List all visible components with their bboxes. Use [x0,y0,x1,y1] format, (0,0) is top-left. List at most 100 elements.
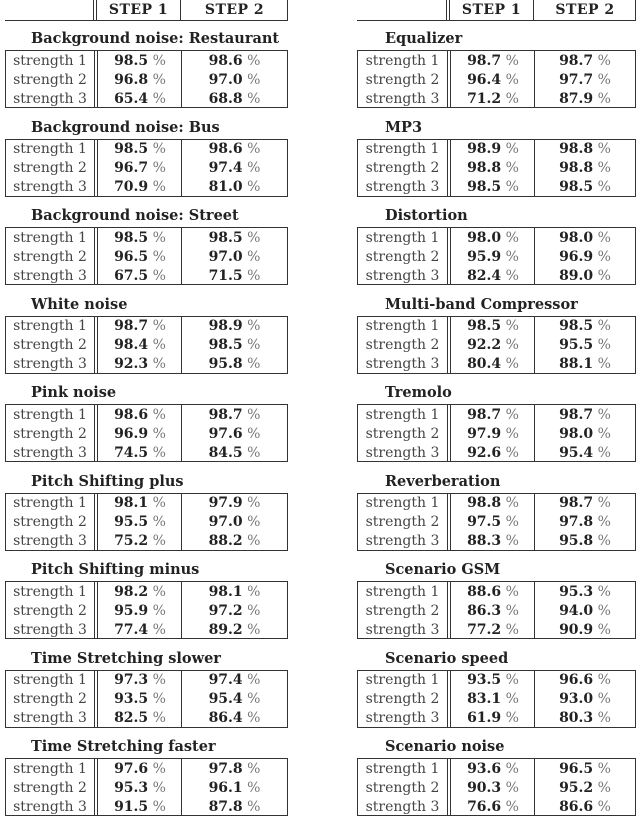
percent-sign: % [152,141,166,157]
percent-sign: % [597,337,611,353]
percent-sign: % [597,583,611,600]
step1-value: 96.8 % [99,71,181,90]
percent-sign: % [597,229,611,246]
accuracy-number: 95.2 [559,779,594,796]
strength-label: strength 3 [365,90,440,107]
step1-value: 91.5 % [99,798,181,817]
accuracy-number: 97.8 [208,760,243,777]
percent-sign: % [247,779,261,796]
step1-value: 70.9 % [99,178,181,197]
table-row: strength 3 98.5 % 98.5 % [358,178,635,197]
percent-sign: % [597,533,611,549]
table-row: strength 3 71.2 % 87.9 % [358,90,635,109]
result-section: Equalizer strength 1 98.7 % 98.7 % strength … [357,20,636,108]
accuracy-number: 98.9 [467,141,502,157]
strength-label: strength 1 [365,760,440,777]
step1-value: 77.2 % [452,621,534,640]
step1-value: 92.2 % [452,336,534,355]
accuracy-number: 98.5 [114,52,149,69]
accuracy-number: 71.2 [467,90,502,107]
percent-sign: % [152,760,166,777]
strength-label: strength 3 [13,356,87,372]
percent-sign: % [505,90,519,107]
accuracy-number: 94.0 [559,602,594,619]
strength-label: strength 3 [365,621,440,638]
percent-sign: % [597,356,611,372]
result-section: Time Stretching slower strength 1 97.3 % 97… [5,640,288,728]
step2-value: 98.8 % [536,140,634,159]
percent-sign: % [505,495,519,511]
percent-sign: % [597,406,611,423]
table-row: strength 1 98.5 % 98.5 % [358,317,635,336]
strength-label: strength 3 [13,533,87,549]
percent-sign: % [152,621,166,638]
strength-label: strength 2 [365,337,440,353]
accuracy-number: 92.6 [467,444,502,461]
accuracy-number: 95.9 [114,602,149,619]
percent-sign: % [597,760,611,777]
percent-sign: % [247,760,261,777]
accuracy-number: 98.0 [559,425,594,442]
result-section: Scenario GSM strength 1 88.6 % 95.3 % streng… [357,551,636,639]
table-row: strength 3 77.2 % 90.9 % [358,621,635,640]
accuracy-number: 98.5 [467,318,502,334]
percent-sign: % [247,179,261,195]
section-table: strength 1 98.2 % 98.1 % strength 2 95.9 % 97… [5,581,288,639]
step1-value: 82.4 % [452,267,534,286]
accuracy-number: 68.8 [208,90,243,107]
percent-sign: % [505,160,519,176]
step2-value: 97.6 % [183,425,286,444]
step1-value: 76.6 % [452,798,534,817]
accuracy-number: 97.0 [208,71,243,88]
accuracy-number: 80.3 [559,710,594,726]
percent-sign: % [505,691,519,707]
step2-value: 98.7 % [536,52,634,71]
step1-value: 97.9 % [452,425,534,444]
step2-value: 95.4 % [536,444,634,463]
step2-value: 95.3 % [536,583,634,602]
percent-sign: % [247,318,261,334]
percent-sign: % [505,179,519,195]
accuracy-number: 98.5 [208,337,243,353]
accuracy-number: 93.5 [467,672,502,688]
percent-sign: % [247,495,261,511]
step1-value: 95.9 % [452,248,534,267]
accuracy-number: 77.4 [114,621,149,638]
percent-sign: % [152,337,166,353]
accuracy-number: 75.2 [114,533,149,549]
accuracy-number: 98.7 [559,495,594,511]
step1-value: 95.5 % [99,513,181,532]
step1-value: 83.1 % [452,690,534,709]
step1-value: 86.3 % [452,602,534,621]
step1-value: 97.6 % [99,760,181,779]
table-row: strength 2 97.5 % 97.8 % [358,513,635,532]
accuracy-number: 95.3 [559,583,594,600]
table-row: strength 2 96.5 % 97.0 % [6,248,287,267]
percent-sign: % [247,267,261,284]
section-title: Background noise: Bus [31,118,220,136]
strength-label: strength 2 [365,691,440,707]
strength-label: strength 2 [365,248,440,265]
accuracy-number: 98.9 [208,318,243,334]
table-row: strength 3 61.9 % 80.3 % [358,709,635,728]
step2-value: 95.5 % [536,336,634,355]
percent-sign: % [505,779,519,796]
accuracy-number: 70.9 [114,179,149,195]
accuracy-number: 95.4 [559,444,594,461]
accuracy-number: 92.3 [114,356,149,372]
percent-sign: % [505,514,519,530]
strength-label: strength 1 [365,583,440,600]
step1-value: 98.8 % [452,159,534,178]
column-header-step2: STEP 2 [204,2,265,18]
accuracy-number: 65.4 [114,90,149,107]
percent-sign: % [152,710,166,726]
result-section: Tremolo strength 1 98.7 % 98.7 % strength 29… [357,374,636,462]
percent-sign: % [247,444,261,461]
accuracy-number: 98.7 [114,318,149,334]
table-row: strength 2 93.5 % 95.4 % [6,690,287,709]
strength-label: strength 2 [13,71,87,88]
section-title: Distortion [385,207,468,224]
step1-value: 98.7 % [452,406,534,425]
accuracy-number: 74.5 [114,444,149,461]
accuracy-number: 88.2 [208,533,243,549]
